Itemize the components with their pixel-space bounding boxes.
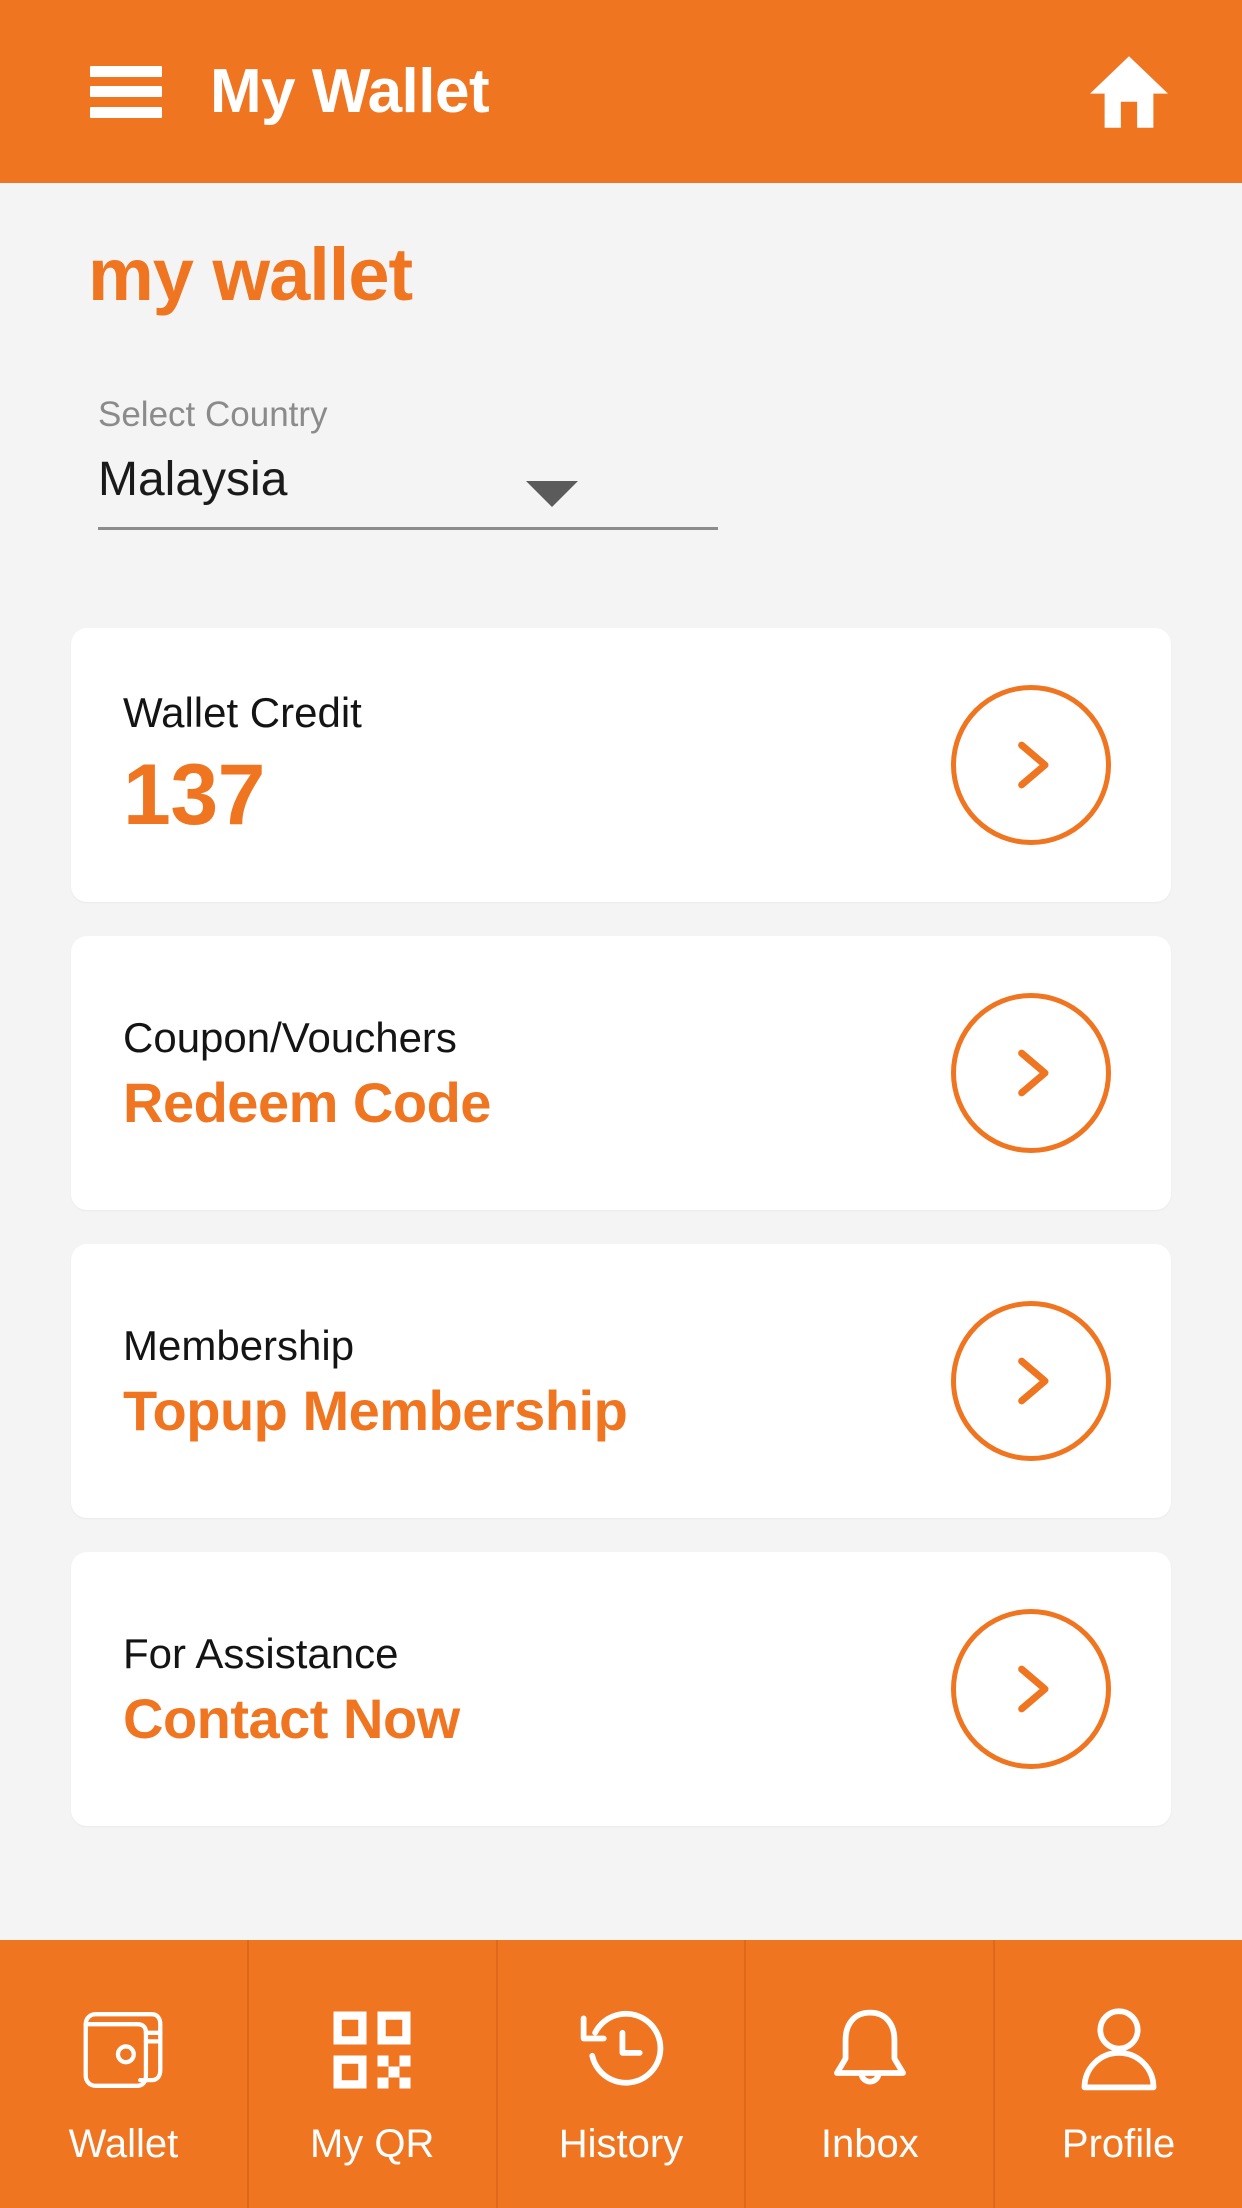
app-bar: My Wallet (0, 0, 1242, 183)
page-title: my wallet (88, 233, 413, 316)
card-value: Redeem Code (123, 1071, 491, 1135)
chevron-right-circle-icon[interactable] (951, 1609, 1111, 1769)
card-text: Coupon/Vouchers Redeem Code (71, 1012, 951, 1134)
country-select-label: Select Country (98, 395, 328, 434)
wallet-credit-card[interactable]: Wallet Credit 137 (71, 628, 1171, 902)
nav-item-wallet[interactable]: Wallet (0, 1940, 249, 2208)
person-icon (1073, 2002, 1165, 2098)
card-caption: Wallet Credit (123, 689, 362, 737)
coupon-vouchers-card[interactable]: Coupon/Vouchers Redeem Code (71, 936, 1171, 1210)
nav-label: Wallet (68, 2122, 179, 2166)
hamburger-bar (90, 106, 162, 118)
nav-item-history[interactable]: History (498, 1940, 747, 2208)
wallet-icon (77, 2002, 169, 2098)
chevron-down-icon (526, 480, 578, 507)
nav-item-my-qr[interactable]: My QR (249, 1940, 498, 2208)
chevron-right-circle-icon[interactable] (951, 993, 1111, 1153)
hamburger-menu-icon[interactable] (90, 65, 162, 118)
nav-label: History (558, 2122, 684, 2166)
hamburger-bar (90, 65, 162, 77)
card-list: Wallet Credit 137 Coupon/Vouchers Redeem… (0, 628, 1242, 1860)
country-select-field[interactable]: Malaysia (98, 452, 718, 530)
home-icon[interactable] (1088, 53, 1170, 131)
nav-label: Inbox (820, 2122, 919, 2166)
card-text: For Assistance Contact Now (71, 1628, 951, 1750)
card-text: Wallet Credit 137 (71, 687, 951, 842)
chevron-right-circle-icon[interactable] (951, 1301, 1111, 1461)
nav-item-inbox[interactable]: Inbox (746, 1940, 996, 2208)
card-value: 137 (123, 746, 266, 843)
assistance-card[interactable]: For Assistance Contact Now (71, 1552, 1171, 1826)
card-caption: For Assistance (123, 1629, 399, 1677)
bottom-navigation: Wallet My QR History Inbox Profile (0, 1940, 1242, 2208)
nav-item-profile[interactable]: Profile (995, 1940, 1242, 2208)
history-clock-icon (575, 2002, 667, 2098)
membership-card[interactable]: Membership Topup Membership (71, 1244, 1171, 1518)
chevron-right-circle-icon[interactable] (951, 685, 1111, 845)
wallet-screen: My Wallet my wallet Select Country Malay… (0, 0, 1242, 2208)
country-select[interactable]: Select Country Malaysia (98, 395, 728, 530)
card-value: Contact Now (123, 1687, 460, 1751)
country-select-value: Malaysia (98, 452, 288, 506)
hamburger-bar (90, 86, 162, 97)
card-value: Topup Membership (123, 1379, 628, 1443)
bell-icon (824, 2002, 916, 2098)
app-bar-title: My Wallet (210, 56, 490, 126)
nav-label: My QR (309, 2122, 435, 2166)
qr-code-icon (328, 2002, 416, 2098)
card-caption: Membership (123, 1321, 355, 1369)
card-caption: Coupon/Vouchers (123, 1013, 457, 1061)
nav-label: Profile (1061, 2122, 1176, 2166)
card-text: Membership Topup Membership (71, 1320, 951, 1442)
